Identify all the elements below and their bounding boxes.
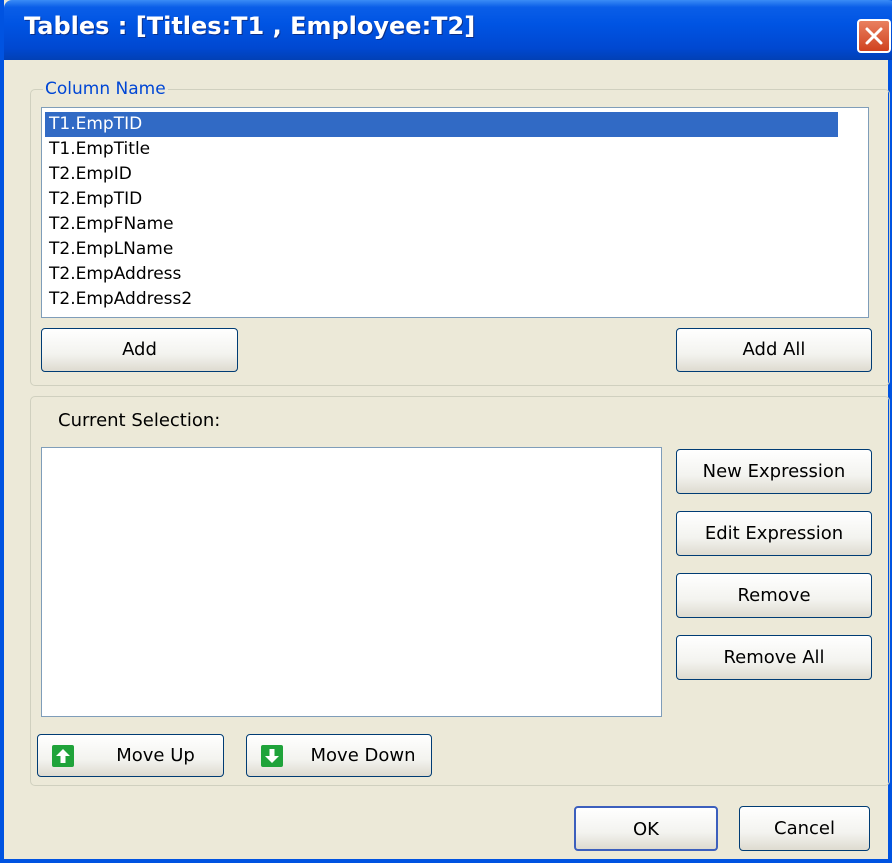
add-button-label: Add (122, 339, 157, 360)
close-button[interactable] (857, 19, 891, 53)
list-item[interactable]: T2.EmpAddress2 (45, 287, 192, 312)
arrow-up-icon (52, 745, 74, 767)
list-item[interactable]: T2.EmpAddress (45, 262, 181, 287)
arrow-down-icon (261, 745, 283, 767)
move-up-button[interactable]: Move Up (37, 734, 224, 777)
remove-label: Remove (737, 585, 811, 606)
window-title: Tables : [Titles:T1 , Employee:T2] (24, 12, 476, 40)
ok-button[interactable]: OK (574, 806, 718, 851)
current-selection-label: Current Selection: (58, 410, 221, 431)
cancel-label: Cancel (774, 818, 835, 839)
remove-all-button[interactable]: Remove All (676, 635, 872, 680)
list-item[interactable]: T2.EmpID (45, 162, 132, 187)
dialog-window: Tables : [Titles:T1 , Employee:T2] Colum… (0, 0, 892, 863)
new-expression-button[interactable]: New Expression (676, 449, 872, 494)
list-item[interactable]: T2.EmpTID (45, 187, 142, 212)
list-item[interactable]: T1.EmpTID (45, 112, 838, 137)
column-listbox[interactable]: T1.EmpTID T1.EmpTitle T2.EmpID T2.EmpTID… (41, 107, 869, 318)
list-item[interactable]: T1.EmpTitle (45, 137, 150, 162)
add-all-button[interactable]: Add All (676, 328, 872, 372)
close-icon (865, 27, 883, 45)
ok-label: OK (633, 819, 659, 840)
move-down-button[interactable]: Move Down (246, 734, 432, 777)
list-item[interactable]: T2.EmpFName (45, 212, 174, 237)
column-name-legend: Column Name (43, 79, 168, 99)
current-selection-list[interactable] (41, 447, 662, 717)
edit-expression-label: Edit Expression (704, 523, 844, 544)
list-item[interactable]: T2.EmpLName (45, 237, 173, 262)
title-bar[interactable]: Tables : [Titles:T1 , Employee:T2] (4, 0, 892, 60)
new-expression-label: New Expression (702, 461, 846, 482)
cancel-button[interactable]: Cancel (739, 806, 870, 851)
remove-all-label: Remove All (723, 647, 825, 668)
add-button[interactable]: Add (41, 328, 238, 372)
add-all-button-label: Add All (742, 339, 806, 360)
remove-button[interactable]: Remove (676, 573, 872, 618)
edit-expression-button[interactable]: Edit Expression (676, 511, 872, 556)
